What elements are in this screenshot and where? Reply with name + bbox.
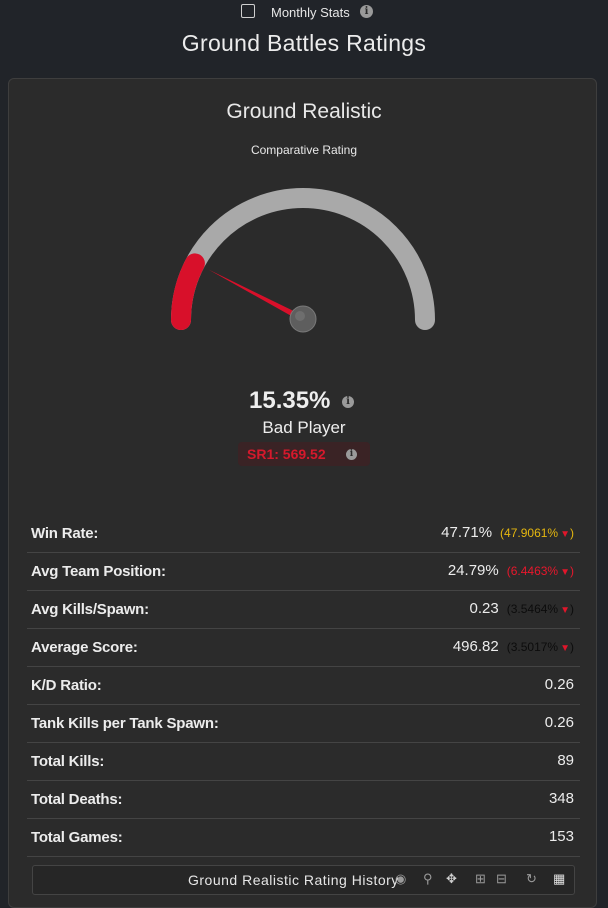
stat-row: Total Deaths: 348 — [27, 781, 580, 819]
stat-value-group: 496.82 (3.5017% ▼) — [453, 638, 574, 655]
rating-label: Bad Player — [262, 418, 346, 437]
history-title: Ground Realistic Rating History — [188, 872, 399, 888]
stat-value-group: 348 — [549, 790, 574, 807]
stat-row: Average Score: 496.82 (3.5017% ▼) — [27, 629, 580, 667]
stat-value: 0.26 — [544, 676, 574, 693]
stat-delta: (3.5464% ▼) — [506, 602, 574, 616]
stat-label: Total Kills: — [31, 753, 105, 770]
gauge-fill — [170, 253, 205, 330]
stat-value: 153 — [548, 828, 574, 845]
stat-delta-value: (47.9061% — [500, 526, 559, 540]
stat-label: Total Games: — [31, 829, 123, 846]
sr-info-icon[interactable]: i — [346, 449, 357, 460]
stat-row: Total Kills: 89 — [27, 743, 580, 781]
down-arrow-icon: ▼ — [560, 643, 570, 654]
stat-value: 89 — [557, 752, 574, 769]
stat-label: Win Rate: — [31, 525, 99, 542]
stat-label: K/D Ratio: — [31, 677, 102, 694]
rating-gauge — [170, 188, 435, 333]
stat-delta: (6.4463% ▼) — [506, 564, 574, 578]
stat-value: 24.79% — [447, 562, 499, 579]
stats-table: Win Rate: 47.71% (47.9061% ▼) Avg Team Posit… — [27, 515, 580, 857]
reset-icon[interactable]: ↻ — [526, 871, 537, 887]
sr-badge: SR1: 569.52 i — [238, 442, 370, 466]
stat-value: 47.71% — [441, 524, 493, 541]
stat-value-group: 0.26 — [545, 714, 574, 731]
stat-value: 496.82 — [452, 638, 499, 655]
camera-icon[interactable]: ◉ — [395, 871, 406, 887]
gauge-needle — [208, 269, 305, 322]
stat-row: Tank Kills per Tank Spawn: 0.26 — [27, 705, 580, 743]
stat-value-group: 89 — [557, 752, 574, 769]
mode-title: Ground Realistic — [226, 100, 382, 123]
stat-value-group: 153 — [549, 828, 574, 845]
stat-value-group: 0.23 (3.5464% ▼) — [470, 600, 574, 617]
pan-icon[interactable]: ✥ — [446, 871, 457, 887]
stat-label: Avg Team Position: — [31, 563, 166, 580]
stat-delta: (47.9061% ▼) — [500, 526, 574, 540]
rating-info-icon[interactable]: i — [342, 396, 354, 408]
monthly-stats-label: Monthly Stats — [271, 5, 350, 20]
down-arrow-icon: ▼ — [560, 529, 570, 540]
stat-row: Avg Team Position: 24.79% (6.4463% ▼) — [27, 553, 580, 591]
chart-menu-icon[interactable]: ▦ — [553, 871, 565, 887]
stat-delta-value: (3.5017% — [506, 640, 559, 654]
stat-delta: (3.5017% ▼) — [506, 640, 574, 654]
info-icon[interactable]: i — [360, 5, 373, 18]
stat-row: Avg Kills/Spawn: 0.23 (3.5464% ▼) — [27, 591, 580, 629]
rating-value: 15.35% — [249, 387, 331, 414]
down-arrow-icon: ▼ — [560, 567, 570, 578]
comparative-rating-label: Comparative Rating — [250, 143, 358, 157]
down-arrow-icon: ▼ — [560, 605, 570, 616]
stat-value: 348 — [548, 790, 574, 807]
page-title: Ground Battles Ratings — [181, 30, 427, 56]
monthly-stats-toggle-row: Monthly Stats i — [0, 3, 608, 23]
zoom-in-icon[interactable]: ⊞ — [475, 871, 486, 887]
stat-row: Total Games: 153 — [27, 819, 580, 857]
rating-history-header: Ground Realistic Rating History ◉ ⚲ ✥ ⊞ … — [32, 865, 575, 895]
gauge-track — [171, 188, 435, 330]
stat-label: Tank Kills per Tank Spawn: — [31, 715, 219, 732]
stat-label: Average Score: — [31, 639, 138, 656]
stat-delta-value: (6.4463% — [506, 564, 559, 578]
stat-value-group: 24.79% (6.4463% ▼) — [448, 562, 574, 579]
sr-value: SR1: 569.52 — [247, 446, 326, 462]
monthly-stats-checkbox[interactable] — [241, 4, 255, 18]
stat-label: Avg Kills/Spawn: — [31, 601, 149, 618]
stat-row: Win Rate: 47.71% (47.9061% ▼) — [27, 515, 580, 553]
stat-value: 0.23 — [469, 600, 499, 617]
zoom-icon[interactable]: ⚲ — [423, 871, 433, 887]
stat-value-group: 47.71% (47.9061% ▼) — [441, 524, 574, 541]
stat-row: K/D Ratio: 0.26 — [27, 667, 580, 705]
stat-label: Total Deaths: — [31, 791, 123, 808]
stat-delta-value: (3.5464% — [506, 602, 559, 616]
stat-value: 0.26 — [544, 714, 574, 731]
zoom-out-icon[interactable]: ⊟ — [496, 871, 507, 887]
stat-value-group: 0.26 — [545, 676, 574, 693]
